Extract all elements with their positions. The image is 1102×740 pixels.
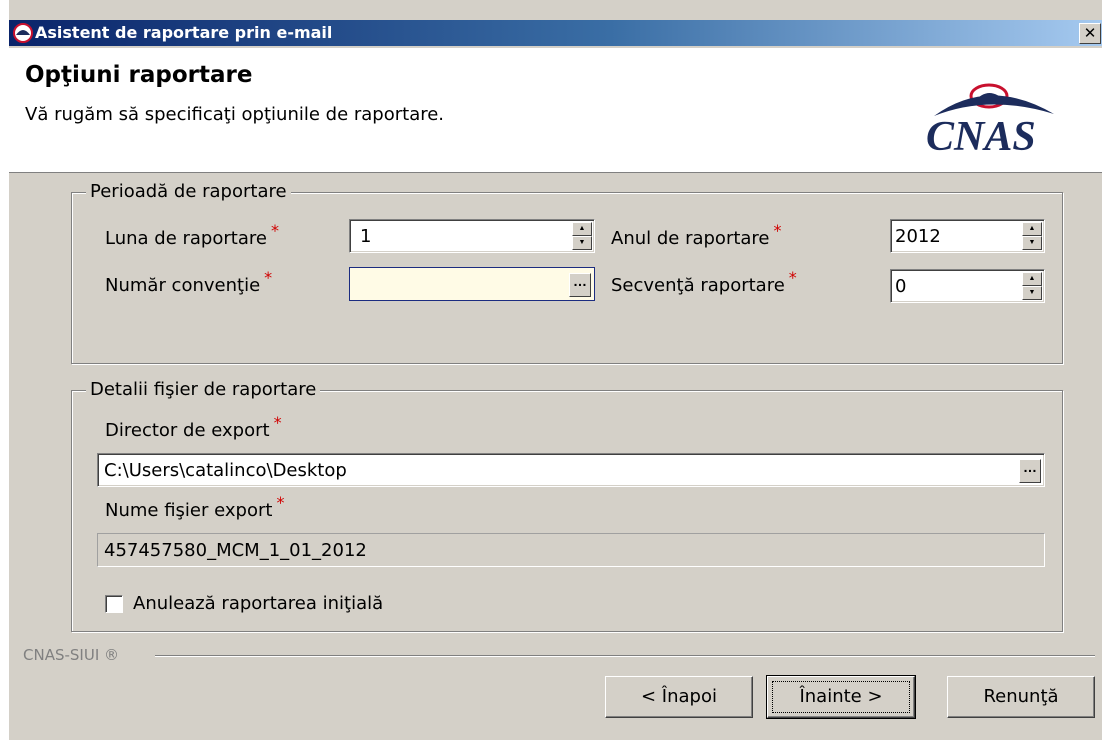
cnas-app-icon — [13, 23, 33, 43]
browse-ellipsis-icon[interactable]: … — [1019, 459, 1041, 483]
spin-arrows-icon[interactable]: ▲ ▼ — [1022, 272, 1042, 300]
export-filename-field: 457457580_MCM_1_01_2012 — [97, 533, 1045, 567]
page-title: Opţiuni raportare — [25, 62, 253, 88]
convention-input[interactable]: … — [349, 267, 595, 301]
close-icon: ✕ — [1083, 24, 1097, 42]
sequence-label: Secvenţă raportare * — [611, 268, 797, 296]
cancel-initial-label[interactable]: Anulează raportarea iniţială — [133, 593, 383, 614]
file-group-legend: Detalii fişier de raportare — [86, 379, 321, 400]
browse-ellipsis-icon[interactable]: … — [569, 273, 591, 297]
export-filename-value: 457457580_MCM_1_01_2012 — [104, 540, 367, 561]
month-label: Luna de raportare * — [105, 221, 279, 249]
footer-divider — [155, 655, 1095, 657]
footer-brand: CNAS-SIUI ® — [23, 646, 126, 664]
period-group-legend: Perioadă de raportare — [86, 181, 291, 202]
year-stepper[interactable]: 2012 ▲ ▼ — [890, 219, 1045, 253]
page-subtitle: Vă rugăm să specificaţi opţiunile de rap… — [25, 104, 445, 125]
month-value: 1 — [360, 226, 372, 247]
focus-rect — [772, 681, 910, 713]
year-value: 2012 — [895, 226, 941, 247]
dialog-window: Asistent de raportare prin e-mail ✕ Opţi… — [8, 0, 1102, 740]
export-dir-value: C:\Users\catalinco\Desktop — [104, 460, 347, 481]
export-filename-label: Nume fişier export * — [105, 493, 285, 521]
back-button[interactable]: < Înapoi — [605, 676, 753, 718]
spin-arrows-icon[interactable]: ▲ ▼ — [572, 222, 592, 250]
next-button[interactable]: Înainte > — [766, 675, 916, 719]
export-dir-input[interactable]: C:\Users\catalinco\Desktop … — [97, 453, 1045, 487]
sequence-stepper[interactable]: 0 ▲ ▼ — [890, 269, 1045, 303]
window-title: Asistent de raportare prin e-mail — [35, 23, 333, 42]
export-dir-label: Director de export * — [105, 413, 282, 441]
svg-text:CNAS: CNAS — [926, 114, 1036, 156]
wizard-header: Opţiuni raportare Vă rugăm să specificaţ… — [9, 48, 1102, 173]
convention-label: Număr convenţie * — [105, 268, 273, 296]
cancel-button[interactable]: Renunţă — [947, 676, 1095, 718]
title-bar[interactable]: Asistent de raportare prin e-mail ✕ — [9, 20, 1102, 46]
month-stepper[interactable]: 1 ▲ ▼ — [349, 219, 595, 253]
sequence-value: 0 — [895, 276, 907, 297]
cancel-initial-checkbox[interactable] — [105, 595, 123, 613]
cnas-logo: CNAS — [926, 83, 1054, 156]
year-label: Anul de raportare * — [611, 221, 782, 249]
spin-arrows-icon[interactable]: ▲ ▼ — [1022, 222, 1042, 250]
close-button[interactable]: ✕ — [1079, 23, 1101, 44]
